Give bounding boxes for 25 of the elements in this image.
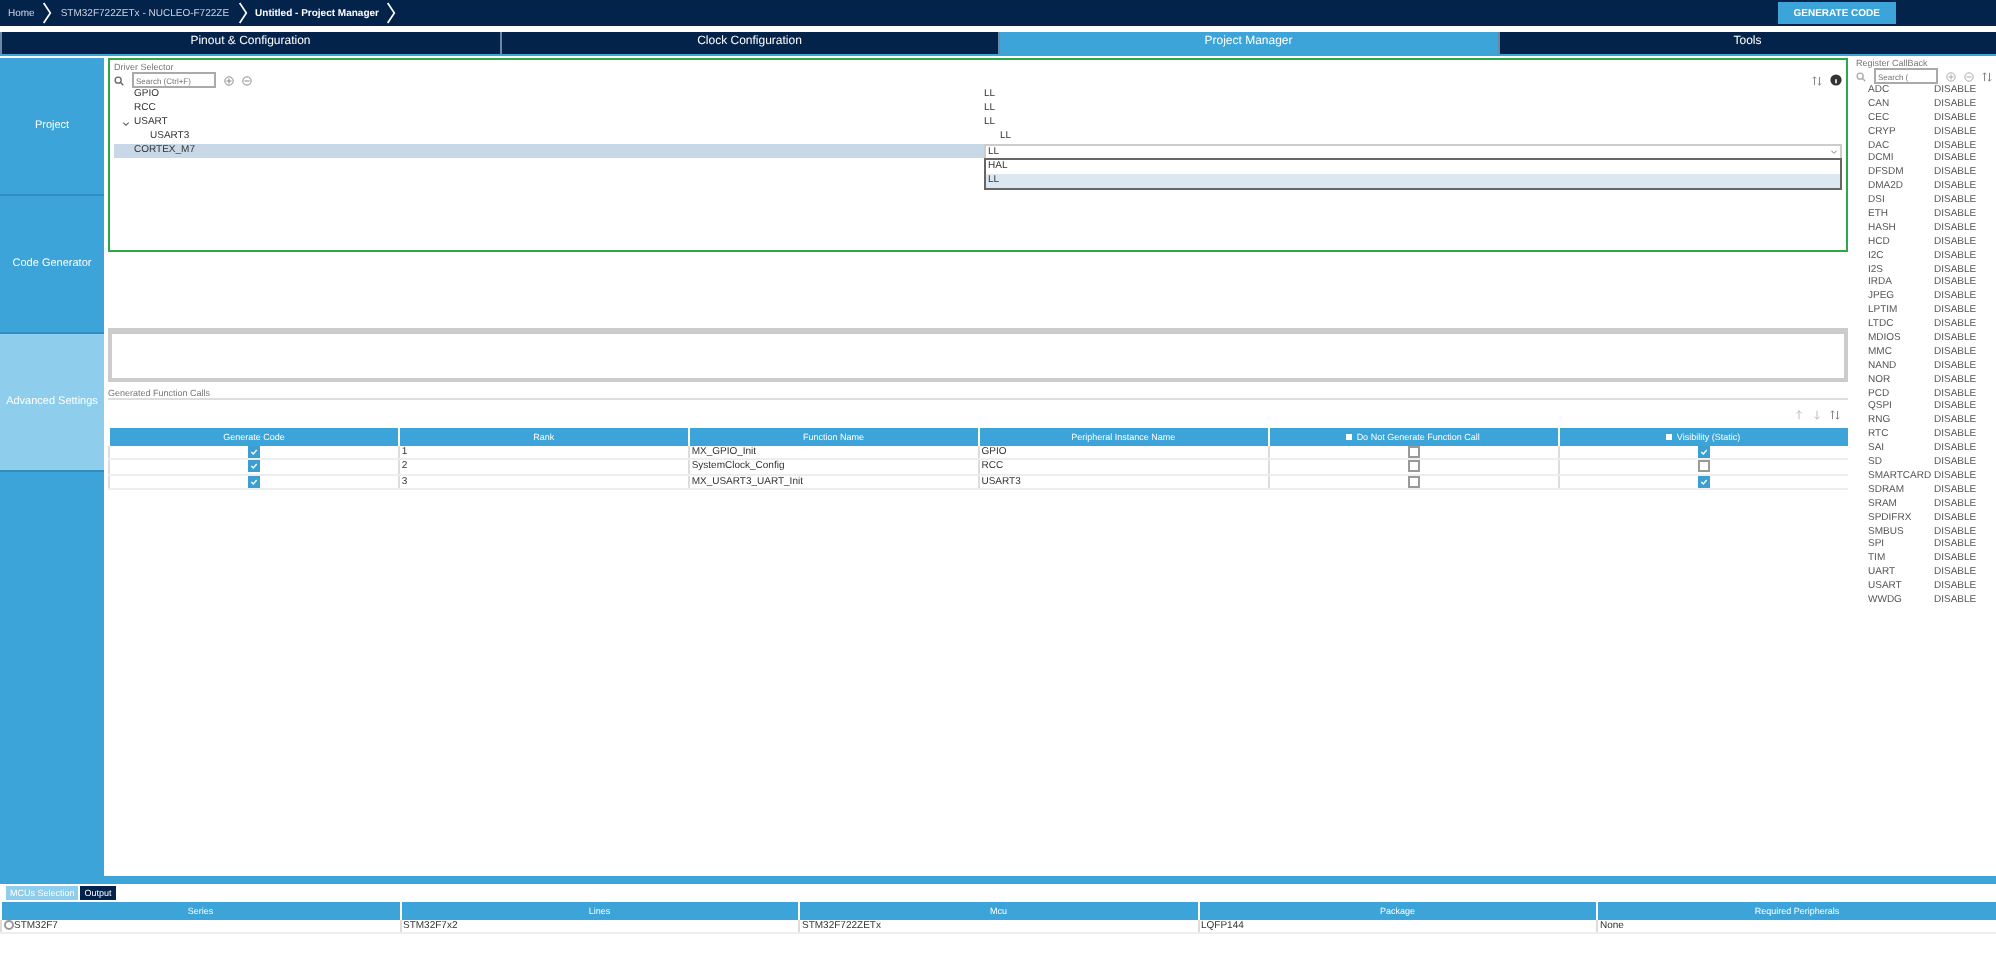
move-up-icon[interactable] xyxy=(1794,409,1804,419)
checkbox[interactable] xyxy=(1697,460,1710,473)
checkbox[interactable] xyxy=(1407,475,1420,488)
radio-icon[interactable] xyxy=(4,920,14,931)
text-area[interactable] xyxy=(108,328,1848,382)
expand-icon[interactable] xyxy=(1946,71,1956,81)
expand-icon[interactable] xyxy=(224,75,234,85)
sort-icon[interactable] xyxy=(1982,71,1992,81)
collapse-icon[interactable] xyxy=(242,75,252,85)
caret-icon xyxy=(1830,148,1838,156)
search-icon xyxy=(1856,71,1866,81)
sort-icon[interactable] xyxy=(1812,75,1822,85)
info-icon[interactable] xyxy=(1830,74,1842,86)
search-icon xyxy=(114,75,124,85)
checkbox[interactable] xyxy=(247,446,260,458)
checkbox[interactable] xyxy=(247,460,260,473)
checkbox[interactable] xyxy=(1407,446,1420,458)
checkbox[interactable] xyxy=(1666,434,1673,440)
checkbox[interactable] xyxy=(1407,460,1420,473)
move-down-icon[interactable] xyxy=(1812,409,1822,419)
checkbox[interactable] xyxy=(1697,446,1710,458)
checkbox[interactable] xyxy=(1346,434,1353,440)
sort-icon[interactable] xyxy=(1830,409,1840,419)
collapse-icon[interactable] xyxy=(1964,71,1974,81)
expand-caret-icon[interactable] xyxy=(122,119,130,127)
